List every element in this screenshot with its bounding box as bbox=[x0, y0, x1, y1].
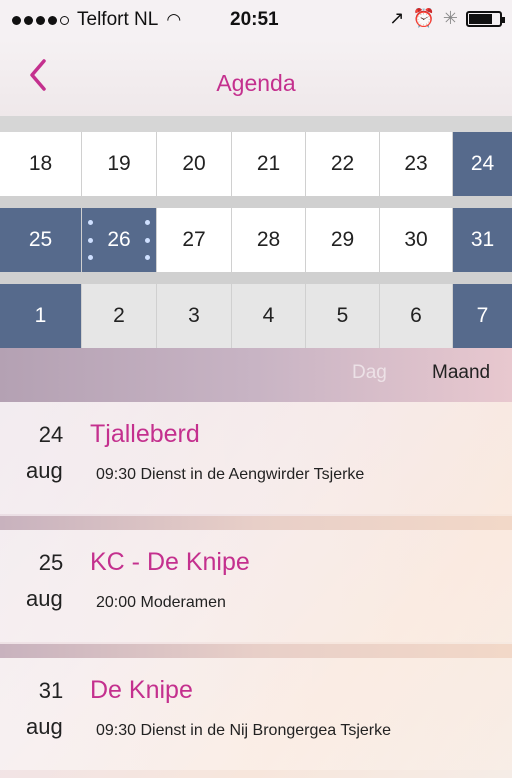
calendar-day-label: 4 bbox=[262, 304, 275, 327]
event-title: De Knipe bbox=[90, 676, 193, 704]
event-day: 31 bbox=[38, 678, 64, 703]
page-title: Agenda bbox=[216, 70, 296, 96]
calendar-day-26[interactable]: 26 bbox=[82, 208, 156, 272]
status-time: 20:51 bbox=[230, 9, 279, 30]
calendar-day-label: 29 bbox=[330, 228, 355, 251]
calendar-day-2[interactable]: 2 bbox=[82, 284, 156, 348]
day-view-tab[interactable]: Dag bbox=[352, 362, 387, 384]
event-month: aug bbox=[26, 714, 63, 739]
calendar-day-27[interactable]: 27 bbox=[157, 208, 231, 272]
event-day: 24 bbox=[38, 422, 64, 447]
event-title: KC - De Knipe bbox=[90, 548, 250, 576]
calendar-day-label: 2 bbox=[113, 304, 125, 327]
calendar-day-label: 6 bbox=[410, 304, 422, 327]
calendar-day-label: 19 bbox=[107, 152, 131, 175]
event-list: 24 aug Tjalleberd 09:30 Dienst in de Aen… bbox=[0, 402, 512, 778]
calendar-week-row: 18 19 20 21 22 23 24 bbox=[0, 132, 512, 196]
calendar-day-label: 30 bbox=[404, 228, 428, 251]
calendar-day-22[interactable]: 22 bbox=[306, 132, 379, 196]
calendar-day-28[interactable]: 28 bbox=[232, 208, 305, 272]
event-item[interactable]: 24 aug Tjalleberd 09:30 Dienst in de Aen… bbox=[0, 402, 512, 514]
calendar-day-23[interactable]: 23 bbox=[380, 132, 452, 196]
event-separator bbox=[0, 644, 512, 658]
calendar-day-label: 28 bbox=[256, 228, 281, 251]
calendar-day-5[interactable]: 5 bbox=[306, 284, 379, 348]
bluetooth-icon: ✳ bbox=[442, 8, 458, 28]
event-time: 20:00 bbox=[96, 594, 137, 611]
calendar-day-label: 3 bbox=[188, 304, 200, 327]
event-day: 25 bbox=[38, 550, 64, 575]
wifi-icon: ◠ bbox=[166, 10, 182, 29]
selection-handle-right bbox=[145, 220, 150, 260]
calendar-day-label: 22 bbox=[330, 152, 355, 175]
month-calendar: 18 19 20 21 22 23 24 25 26 27 28 29 30 31 1 2 3 4 5 6 7 bbox=[0, 116, 512, 348]
calendar-day-20[interactable]: 20 bbox=[157, 132, 231, 196]
event-text: Dienst in de Nij Brongergea Tsjerke bbox=[140, 722, 392, 739]
event-time: 09:30 bbox=[96, 722, 137, 739]
month-view-tab[interactable]: Maand bbox=[432, 362, 490, 384]
carrier-name: Telfort NL bbox=[77, 9, 159, 30]
calendar-day-label: 1 bbox=[34, 304, 47, 327]
event-description: 09:30 Dienst in de Aengwirder Tsjerke bbox=[96, 466, 364, 484]
calendar-day-19[interactable]: 19 bbox=[82, 132, 156, 196]
event-time: 09:30 bbox=[96, 466, 137, 483]
calendar-day-label: 20 bbox=[182, 152, 206, 175]
calendar-day-3[interactable]: 3 bbox=[157, 284, 231, 348]
carrier-info: Telfort NL ◠ bbox=[12, 9, 181, 31]
calendar-day-label: 21 bbox=[256, 152, 281, 175]
calendar-day-30[interactable]: 30 bbox=[380, 208, 452, 272]
battery-icon bbox=[466, 10, 505, 27]
event-description: 09:30 Dienst in de Nij Brongergea Tsjerk… bbox=[96, 722, 391, 740]
event-month: aug bbox=[26, 458, 63, 483]
calendar-day-label: 26 bbox=[107, 228, 131, 251]
calendar-day-21[interactable]: 21 bbox=[232, 132, 305, 196]
event-title: Tjalleberd bbox=[90, 420, 200, 448]
event-item[interactable]: 31 aug De Knipe 09:30 Dienst in de Nij B… bbox=[0, 658, 512, 770]
event-text: Moderamen bbox=[140, 594, 226, 611]
event-description: 20:00 Moderamen bbox=[96, 594, 226, 612]
calendar-day-1[interactable]: 1 bbox=[0, 284, 81, 348]
calendar-day-6[interactable]: 6 bbox=[380, 284, 452, 348]
location-arrow-icon: ↗ bbox=[389, 8, 405, 28]
event-separator bbox=[0, 516, 512, 530]
calendar-day-label: 7 bbox=[476, 304, 489, 327]
calendar-day-18[interactable]: 18 bbox=[0, 132, 81, 196]
navigation-bar: Agenda bbox=[0, 40, 512, 116]
status-bar: Telfort NL ◠ 20:51 ↗ ⏰ ✳ bbox=[0, 0, 512, 40]
signal-strength-icon bbox=[12, 15, 69, 25]
event-item[interactable]: 25 aug KC - De Knipe 20:00 Moderamen bbox=[0, 530, 512, 642]
event-month: aug bbox=[26, 586, 63, 611]
calendar-header-strip bbox=[0, 116, 512, 132]
calendar-day-label: 23 bbox=[404, 152, 428, 175]
calendar-day-label: 31 bbox=[470, 228, 495, 251]
calendar-week-row: 1 2 3 4 5 6 7 bbox=[0, 284, 512, 348]
calendar-day-label: 27 bbox=[182, 228, 206, 251]
calendar-day-label: 18 bbox=[28, 152, 53, 175]
calendar-day-label: 5 bbox=[336, 304, 349, 327]
calendar-day-29[interactable]: 29 bbox=[306, 208, 379, 272]
selection-handle-left bbox=[88, 220, 93, 260]
event-text: Dienst in de Aengwirder Tsjerke bbox=[140, 466, 365, 483]
calendar-day-24[interactable]: 24 bbox=[453, 132, 512, 196]
calendar-week-row: 25 26 27 28 29 30 31 bbox=[0, 208, 512, 272]
calendar-day-7[interactable]: 7 bbox=[453, 284, 512, 348]
calendar-day-4[interactable]: 4 bbox=[232, 284, 305, 348]
calendar-day-25[interactable]: 25 bbox=[0, 208, 81, 272]
calendar-day-label: 25 bbox=[28, 228, 53, 251]
status-icons: ↗ ⏰ ✳ bbox=[389, 8, 505, 29]
calendar-day-31[interactable]: 31 bbox=[453, 208, 512, 272]
calendar-day-label: 24 bbox=[470, 152, 495, 175]
alarm-icon: ⏰ bbox=[412, 8, 435, 28]
view-toggle-bar: Dag Maand bbox=[0, 348, 512, 402]
